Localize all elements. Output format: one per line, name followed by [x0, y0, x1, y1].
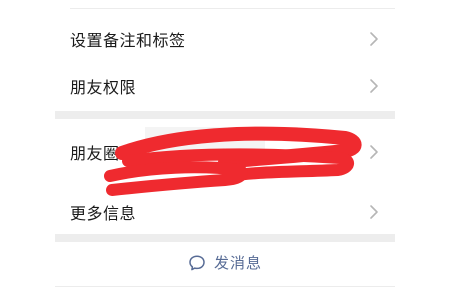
chevron-right-icon: [370, 32, 378, 46]
chevron-right-icon: [370, 79, 378, 93]
contact-profile-screen: 设置备注和标签 朋友权限 朋友圈 更多信息 发消息: [0, 0, 450, 300]
settings-card-middle-2: 更多信息: [55, 182, 395, 242]
row-label: 更多信息: [70, 204, 137, 223]
send-message-button[interactable]: 发消息: [55, 240, 395, 285]
moments-thumbnails: [145, 127, 265, 161]
right-margin: [395, 0, 450, 300]
row-more-info[interactable]: 更多信息: [55, 182, 395, 242]
row-label: 设置备注和标签: [70, 31, 186, 50]
section-gap: [55, 111, 395, 119]
row-label: 朋友圈: [70, 143, 120, 163]
left-margin: [0, 0, 55, 300]
send-message-label: 发消息: [213, 254, 262, 272]
chevron-right-icon: [370, 144, 378, 159]
divider: [55, 286, 395, 287]
chevron-right-icon: [370, 205, 378, 219]
row-friend-permissions[interactable]: 朋友权限: [55, 56, 395, 116]
chat-bubble-icon: [189, 254, 205, 270]
row-label: 朋友权限: [70, 78, 137, 97]
settings-card-top-2: 朋友权限: [55, 56, 395, 116]
